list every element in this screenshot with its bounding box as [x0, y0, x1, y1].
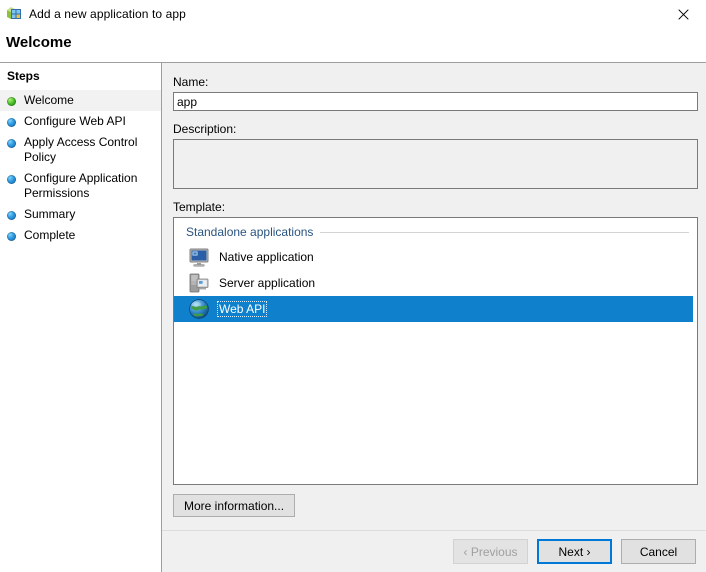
window-title: Add a new application to app	[29, 7, 186, 21]
sidebar-item-label: Configure Application Permissions	[24, 171, 144, 201]
sidebar-item-configure-web-api[interactable]: Configure Web API	[0, 111, 161, 132]
template-listbox[interactable]: Standalone applications Native applicati…	[173, 217, 698, 485]
close-icon[interactable]	[661, 0, 706, 28]
sidebar-item-label: Apply Access Control Policy	[24, 135, 157, 165]
sidebar-item-apply-access-control-policy[interactable]: Apply Access Control Policy	[0, 132, 161, 168]
more-information-button[interactable]: More information...	[173, 494, 295, 517]
step-bullet-icon	[7, 139, 16, 148]
step-bullet-icon	[7, 211, 16, 220]
more-information-row: More information...	[173, 494, 698, 517]
sidebar-item-configure-application-permissions[interactable]: Configure Application Permissions	[0, 168, 161, 204]
description-label: Description:	[173, 122, 698, 136]
template-group-header: Standalone applications	[174, 225, 697, 239]
step-bullet-icon	[7, 232, 16, 241]
list-item-label: Native application	[218, 250, 315, 264]
sidebar-item-label: Summary	[24, 207, 75, 222]
sidebar-item-welcome[interactable]: Welcome	[0, 90, 161, 111]
list-item-native-application[interactable]: Native application	[174, 244, 693, 270]
globe-icon	[188, 298, 210, 320]
previous-button[interactable]: ‹ Previous	[453, 539, 528, 564]
sidebar-item-complete[interactable]: Complete	[0, 225, 161, 246]
step-bullet-icon	[7, 118, 16, 127]
sidebar-item-label: Welcome	[24, 93, 74, 108]
template-group-label: Standalone applications	[186, 225, 320, 239]
template-label: Template:	[173, 200, 698, 214]
sidebar-item-label: Complete	[24, 228, 75, 243]
name-label: Name:	[173, 75, 698, 89]
step-bullet-icon	[7, 175, 16, 184]
steps-sidebar: Steps Welcome Configure Web API Apply Ac…	[0, 62, 162, 572]
page-title: Welcome	[0, 28, 706, 54]
list-item-server-application[interactable]: Server application	[174, 270, 693, 296]
title-bar: Add a new application to app	[0, 0, 706, 28]
list-item-web-api[interactable]: Web API	[174, 296, 693, 322]
server-icon	[188, 272, 210, 294]
steps-heading: Steps	[0, 63, 161, 90]
step-bullet-icon	[7, 97, 16, 106]
list-item-label: Web API	[218, 302, 266, 316]
monitor-icon	[188, 246, 210, 268]
next-button[interactable]: Next ›	[537, 539, 612, 564]
group-header-divider	[320, 232, 689, 233]
adfs-application-icon	[6, 6, 22, 22]
description-input[interactable]	[173, 139, 698, 189]
dialog-body: Steps Welcome Configure Web API Apply Ac…	[0, 62, 706, 572]
name-input[interactable]	[173, 92, 698, 111]
list-item-label: Server application	[218, 276, 316, 290]
sidebar-item-label: Configure Web API	[24, 114, 126, 129]
main-panel: Name: Description: Template: Standalone …	[162, 62, 706, 572]
sidebar-item-summary[interactable]: Summary	[0, 204, 161, 225]
dialog-footer: ‹ Previous Next › Cancel	[162, 530, 706, 572]
cancel-button[interactable]: Cancel	[621, 539, 696, 564]
